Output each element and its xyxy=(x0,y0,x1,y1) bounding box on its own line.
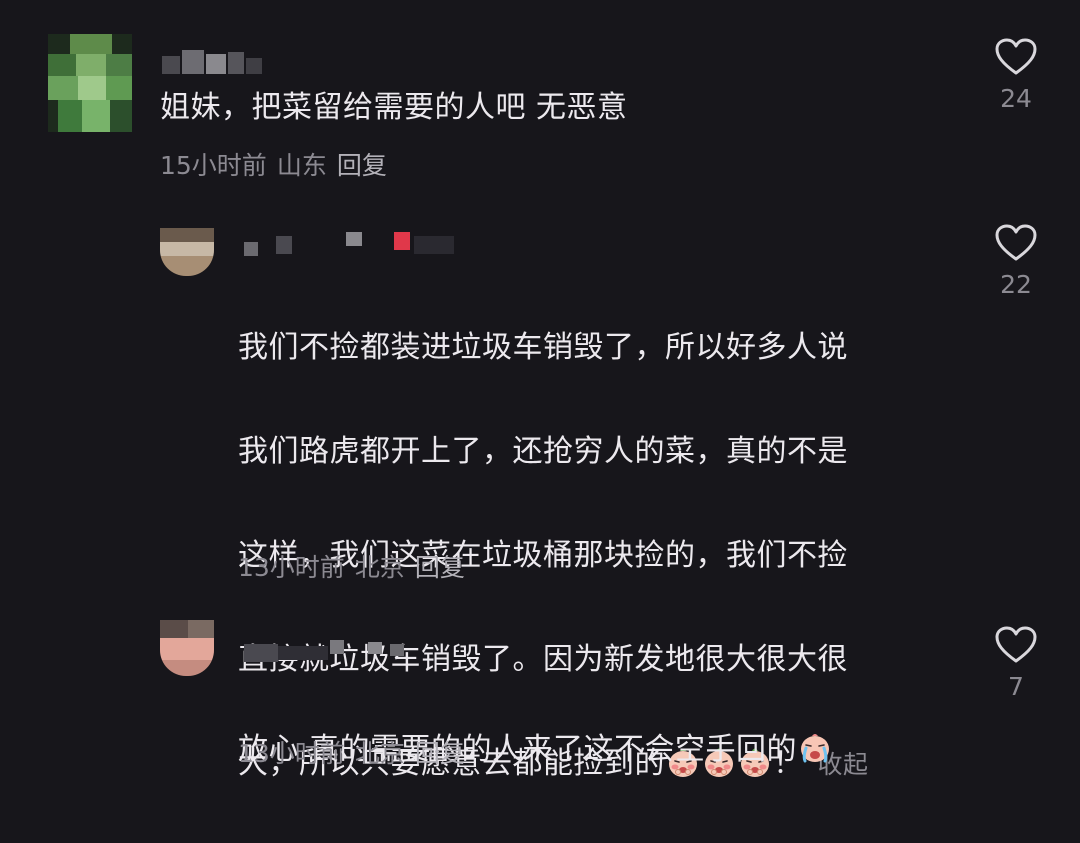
heart-outline-icon xyxy=(995,626,1037,663)
like-count: 7 xyxy=(1008,672,1024,701)
avatar[interactable] xyxy=(160,620,214,676)
username-redacted[interactable] xyxy=(162,50,262,74)
comment-text-line: 我们路虎都开上了，还抢穷人的菜，真的不是 xyxy=(238,434,848,469)
comment-time: 13小时前 xyxy=(238,739,345,768)
comment-meta: 13小时前 北京 回复 xyxy=(238,548,475,584)
crying-face-emoji xyxy=(801,734,830,763)
comment-time: 13小时前 xyxy=(238,553,345,582)
comment-location: 北京 xyxy=(354,553,405,582)
comment-text: 姐妹，把菜留给需要的人吧 无恶意 xyxy=(160,90,628,125)
comment-meta: 13小时前 北京 回复 xyxy=(238,734,475,770)
comment-text-line: 我们不捡都装进垃圾车销毁了，所以好多人说 xyxy=(238,330,848,365)
like-count: 22 xyxy=(1000,270,1032,299)
comment-location: 山东 xyxy=(276,151,327,180)
like-button[interactable]: 22 xyxy=(981,224,1051,299)
comment-meta: 15小时前 山东 回复 xyxy=(160,146,397,182)
like-button[interactable]: 24 xyxy=(981,38,1051,113)
comment-location: 北京 xyxy=(354,739,405,768)
avatar[interactable] xyxy=(160,228,214,276)
reply-button[interactable]: 回复 xyxy=(337,151,387,180)
like-count: 24 xyxy=(1000,84,1032,113)
username-redacted[interactable] xyxy=(244,232,464,256)
comment-time: 15小时前 xyxy=(160,151,267,180)
heart-outline-icon xyxy=(995,224,1037,261)
heart-outline-icon xyxy=(995,38,1037,75)
reply-button[interactable]: 回复 xyxy=(415,553,465,582)
username-redacted[interactable] xyxy=(244,638,414,662)
reply-button[interactable]: 回复 xyxy=(415,739,465,768)
like-button[interactable]: 7 xyxy=(981,626,1051,701)
avatar[interactable] xyxy=(48,34,132,132)
